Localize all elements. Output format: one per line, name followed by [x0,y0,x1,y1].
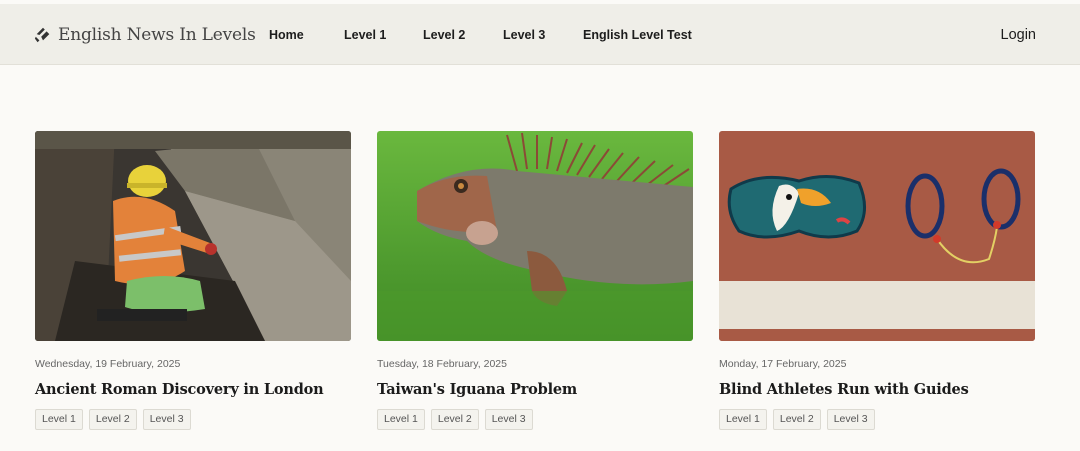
nav-level-3[interactable]: Level 3 [503,28,545,42]
nav-home[interactable]: Home [269,28,304,42]
level-1-tag[interactable]: Level 1 [35,409,83,430]
eye-mask-and-tether-on-track-photo [719,131,1035,341]
level-2-tag[interactable]: Level 2 [772,409,821,430]
article-date: Tuesday, 18 February, 2025 [377,358,507,370]
article-title[interactable]: Blind Athletes Run with Guides [719,381,1035,398]
level-tags: Level 1 Level 2 Level 3 [719,409,1035,430]
level-tags: Level 1 Level 2 Level 3 [377,409,693,430]
login-link[interactable]: Login [1001,4,1036,65]
level-3-tag[interactable]: Level 3 [484,409,533,430]
level-2-tag[interactable]: Level 2 [88,409,137,430]
article-thumbnail[interactable] [377,131,693,341]
article-date: Monday, 17 February, 2025 [719,358,847,370]
nav-level-1[interactable]: Level 1 [344,28,386,42]
nav-level-2[interactable]: Level 2 [423,28,465,42]
article-card: Monday, 17 February, 2025 Blind Athletes… [719,131,1035,430]
main-nav: Home Level 1 Level 2 Level 3 English Lev… [0,4,1080,65]
site-header: English News In Levels Home Level 1 Leve… [0,4,1080,65]
level-3-tag[interactable]: Level 3 [826,409,875,430]
level-tags: Level 1 Level 2 Level 3 [35,409,351,430]
article-card: Wednesday, 19 February, 2025 Ancient Rom… [35,131,351,430]
article-date: Wednesday, 19 February, 2025 [35,358,181,370]
level-1-tag[interactable]: Level 1 [377,409,425,430]
level-1-tag[interactable]: Level 1 [719,409,767,430]
article-thumbnail[interactable] [719,131,1035,341]
article-thumbnail[interactable] [35,131,351,341]
archaeologist-excavation-photo [35,131,351,341]
article-card: Tuesday, 18 February, 2025 Taiwan's Igua… [377,131,693,430]
level-3-tag[interactable]: Level 3 [142,409,191,430]
article-title[interactable]: Ancient Roman Discovery in London [35,381,351,398]
iguana-on-grass-photo [377,131,693,341]
article-title[interactable]: Taiwan's Iguana Problem [377,381,693,398]
nav-english-level-test[interactable]: English Level Test [583,28,692,42]
level-2-tag[interactable]: Level 2 [430,409,479,430]
